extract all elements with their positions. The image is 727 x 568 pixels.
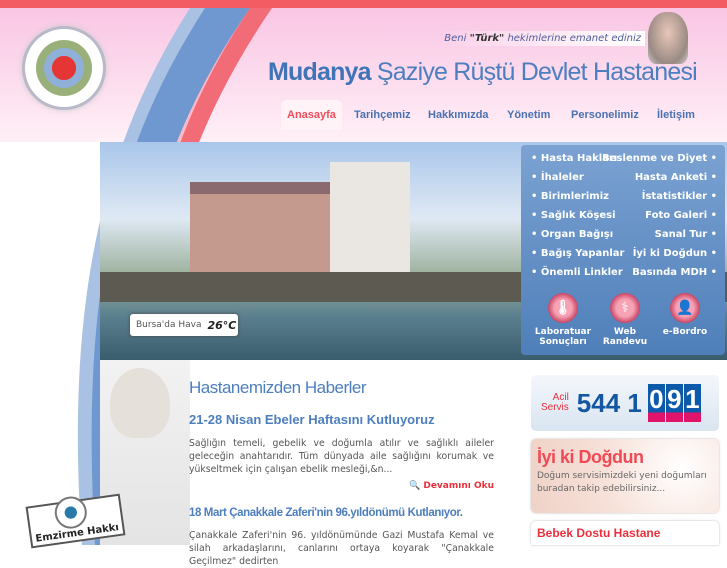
menu-beslenme-diyet[interactable]: Beslenme ve Diyet <box>602 153 717 164</box>
read-more-link[interactable]: 🔍 Devamını Oku <box>189 481 494 491</box>
birthday-desc: Doğum servisimizdeki yeni doğumları bura… <box>537 471 707 494</box>
person-icon: 👤 <box>670 293 700 323</box>
news-heading: Hastanemizden Haberler <box>189 378 367 397</box>
stethoscope-icon: ⚕ <box>610 293 640 323</box>
emergency-phone: Acil Servis 544 1 0 9 1 <box>531 375 719 431</box>
ebordro-label: e-Bordro <box>662 327 708 337</box>
menu-onemli-linkler[interactable]: Önemli Linkler <box>531 267 623 278</box>
ministry-logo[interactable] <box>22 26 106 110</box>
ataturk-quote: Beni "Türk" hekimlerine emanet ediniz <box>440 31 645 46</box>
web-label-1: Web <box>613 327 637 337</box>
hospital-tower <box>330 162 410 282</box>
baby-friendly-banner[interactable]: Bebek Dostu Hastane <box>531 521 719 545</box>
thermometer-icon: 🌡 <box>548 293 578 323</box>
news-section: Hastanemizden Haberler 21-28 Nisan Ebele… <box>189 378 494 568</box>
birthday-banner[interactable]: İyi ki Doğdun Doğum servisimizdeki yeni … <box>531 439 719 513</box>
lab-label-2: Sonuçları <box>539 337 587 347</box>
menu-hasta-anketi[interactable]: Hasta Anketi <box>635 172 717 183</box>
nav-yonetim[interactable]: Yönetim <box>507 100 550 130</box>
menu-sanal-tur[interactable]: Sanal Tur <box>655 229 717 240</box>
nav-anasayfa[interactable]: Anasayfa <box>281 100 342 130</box>
digit: 1 <box>683 384 701 422</box>
birthday-title: İyi ki Doğdun <box>537 447 644 467</box>
weather-widget[interactable]: Bursa'da Hava 26°C <box>130 314 238 336</box>
menu-foto-galeri[interactable]: Foto Galeri <box>645 210 717 221</box>
menu-saglik-kosesi[interactable]: Sağlık Köşesi <box>531 210 616 221</box>
weather-label: Bursa'da Hava <box>136 320 202 330</box>
phone-digits: 0 9 1 <box>647 384 702 422</box>
seal-icon <box>52 494 89 531</box>
top-bar <box>0 0 727 8</box>
menu-bagis-yapanlar[interactable]: Bağış Yapanlar <box>531 248 625 259</box>
e-bordro-link[interactable]: 👤 e-Bordro <box>655 293 715 337</box>
nav-hakkimizda[interactable]: Hakkımızda <box>428 100 489 130</box>
digit: 0 <box>647 384 665 422</box>
nav-tarihcemiz[interactable]: Tarihçemiz <box>354 100 411 130</box>
menu-iyi-ki-dogdun[interactable]: İyi ki Doğdun <box>633 248 717 259</box>
hospital-title: Mudanya Şaziye Rüştü Devlet Hastanesi <box>268 58 698 86</box>
lab-label-1: Laboratuar <box>534 327 592 337</box>
news-title[interactable]: 21-28 Nisan Ebeler Haftasını Kutluyoruz <box>189 412 494 427</box>
menu-birimlerimiz[interactable]: Birimlerimiz <box>531 191 609 202</box>
nav-personelimiz[interactable]: Personelimiz <box>571 100 639 130</box>
baby-friendly-title: Bebek Dostu Hastane <box>537 526 661 540</box>
menu-ihaleler[interactable]: İhaleler <box>531 172 584 183</box>
main-nav: Anasayfa Tarihçemiz Hakkımızda Yönetim P… <box>0 100 727 132</box>
news-body: Çanakkale Zaferi'nin 96. yıldönümünde Ga… <box>189 530 494 567</box>
menu-organ-bagisi[interactable]: Organ Bağışı <box>531 229 613 240</box>
magnifier-icon: 🔍 <box>409 481 421 491</box>
menu-basinda-mdh[interactable]: Basında MDH <box>632 267 717 278</box>
web-label-2: Randevu <box>602 337 648 347</box>
ataturk-portrait <box>648 12 688 64</box>
digit: 9 <box>665 384 683 422</box>
emergency-label: Acil Servis <box>541 392 569 413</box>
quick-menu: Hasta Hakları İhaleler Birimlerimiz Sağl… <box>521 145 725 355</box>
doctor-face <box>110 368 170 438</box>
news-title[interactable]: 18 Mart Çanakkale Zaferi'nin 96.yıldönüm… <box>189 507 494 519</box>
web-appointment-link[interactable]: ⚕ Web Randevu <box>595 293 655 347</box>
nav-iletisim[interactable]: İletişim <box>657 100 695 130</box>
read-more-label: Devamını Oku <box>423 481 494 491</box>
lab-results-link[interactable]: 🌡 Laboratuar Sonuçları <box>533 293 593 347</box>
weather-temp: 26°C <box>207 318 237 332</box>
phone-prefix: 544 1 <box>576 387 642 418</box>
menu-istatistikler[interactable]: İstatistikler <box>642 191 717 202</box>
news-body: Sağlığın temeli, gebelik ve doğumla atıl… <box>189 438 494 475</box>
